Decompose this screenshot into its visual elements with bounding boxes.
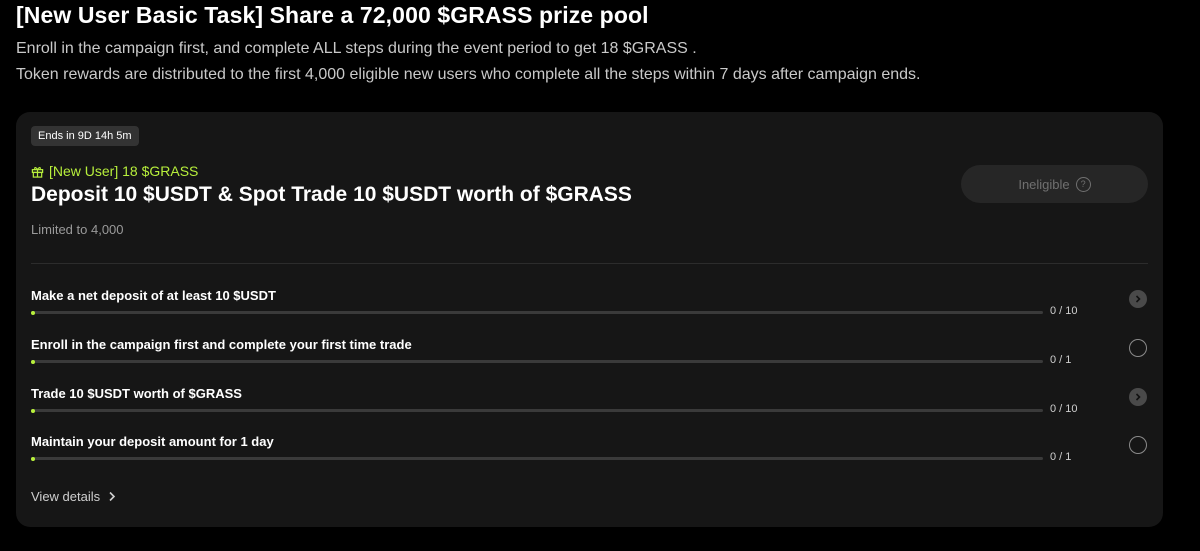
step-progress-bar (31, 310, 1043, 315)
ineligible-button[interactable]: Ineligible ? (961, 165, 1148, 203)
step-progress-bar (31, 456, 1043, 461)
question-circle-icon[interactable]: ? (1075, 176, 1091, 192)
empty-circle-icon (1129, 436, 1147, 454)
step-progress-bar (31, 359, 1043, 364)
page-title: [New User Basic Task] Share a 72,000 $GR… (16, 2, 649, 28)
step-progress-text: 0 / 10 (1050, 305, 1078, 317)
countdown-badge: Ends in 9D 14h 5m (31, 126, 139, 146)
campaign-description-line-1: Enroll in the campaign first, and comple… (16, 40, 697, 57)
step-progress-fill (31, 310, 35, 315)
campaign-description-line-2: Token rewards are distributed to the fir… (16, 66, 921, 83)
task-step: Maintain your deposit amount for 1 day 0… (31, 434, 1148, 474)
task-step: Make a net deposit of at least 10 $USDT … (31, 288, 1148, 328)
step-label: Enroll in the campaign first and complet… (31, 337, 412, 352)
step-progress-text: 0 / 10 (1050, 403, 1078, 415)
reward-text: [New User] 18 $GRASS (49, 163, 199, 179)
step-progress-fill (31, 456, 35, 461)
reward-label: [New User] 18 $GRASS (31, 163, 198, 179)
step-progress-fill (31, 408, 35, 413)
step-label: Make a net deposit of at least 10 $USDT (31, 288, 276, 303)
chevron-right-icon (109, 491, 116, 502)
gift-icon (31, 166, 44, 178)
view-details-link[interactable]: View details (31, 489, 116, 504)
empty-circle-icon (1129, 339, 1147, 357)
divider (31, 263, 1148, 264)
chevron-right-circle-icon[interactable] (1129, 388, 1147, 406)
task-title: Deposit 10 $USDT & Spot Trade 10 $USDT w… (31, 183, 632, 206)
task-card: Ends in 9D 14h 5m [New User] 18 $GRASS D… (16, 112, 1163, 527)
page: [New User Basic Task] Share a 72,000 $GR… (0, 0, 1200, 551)
ineligible-button-label: Ineligible (1018, 176, 1070, 192)
view-details-label: View details (31, 489, 101, 504)
step-label: Trade 10 $USDT worth of $GRASS (31, 386, 242, 401)
chevron-right-circle-icon[interactable] (1129, 290, 1147, 308)
task-step: Enroll in the campaign first and complet… (31, 337, 1148, 377)
step-progress-text: 0 / 1 (1050, 354, 1072, 366)
task-step: Trade 10 $USDT worth of $GRASS 0 / 10 (31, 386, 1148, 426)
step-progress-fill (31, 359, 35, 364)
step-progress-bar (31, 408, 1043, 413)
participant-limit: Limited to 4,000 (31, 222, 124, 237)
step-progress-text: 0 / 1 (1050, 451, 1072, 463)
step-label: Maintain your deposit amount for 1 day (31, 434, 274, 449)
